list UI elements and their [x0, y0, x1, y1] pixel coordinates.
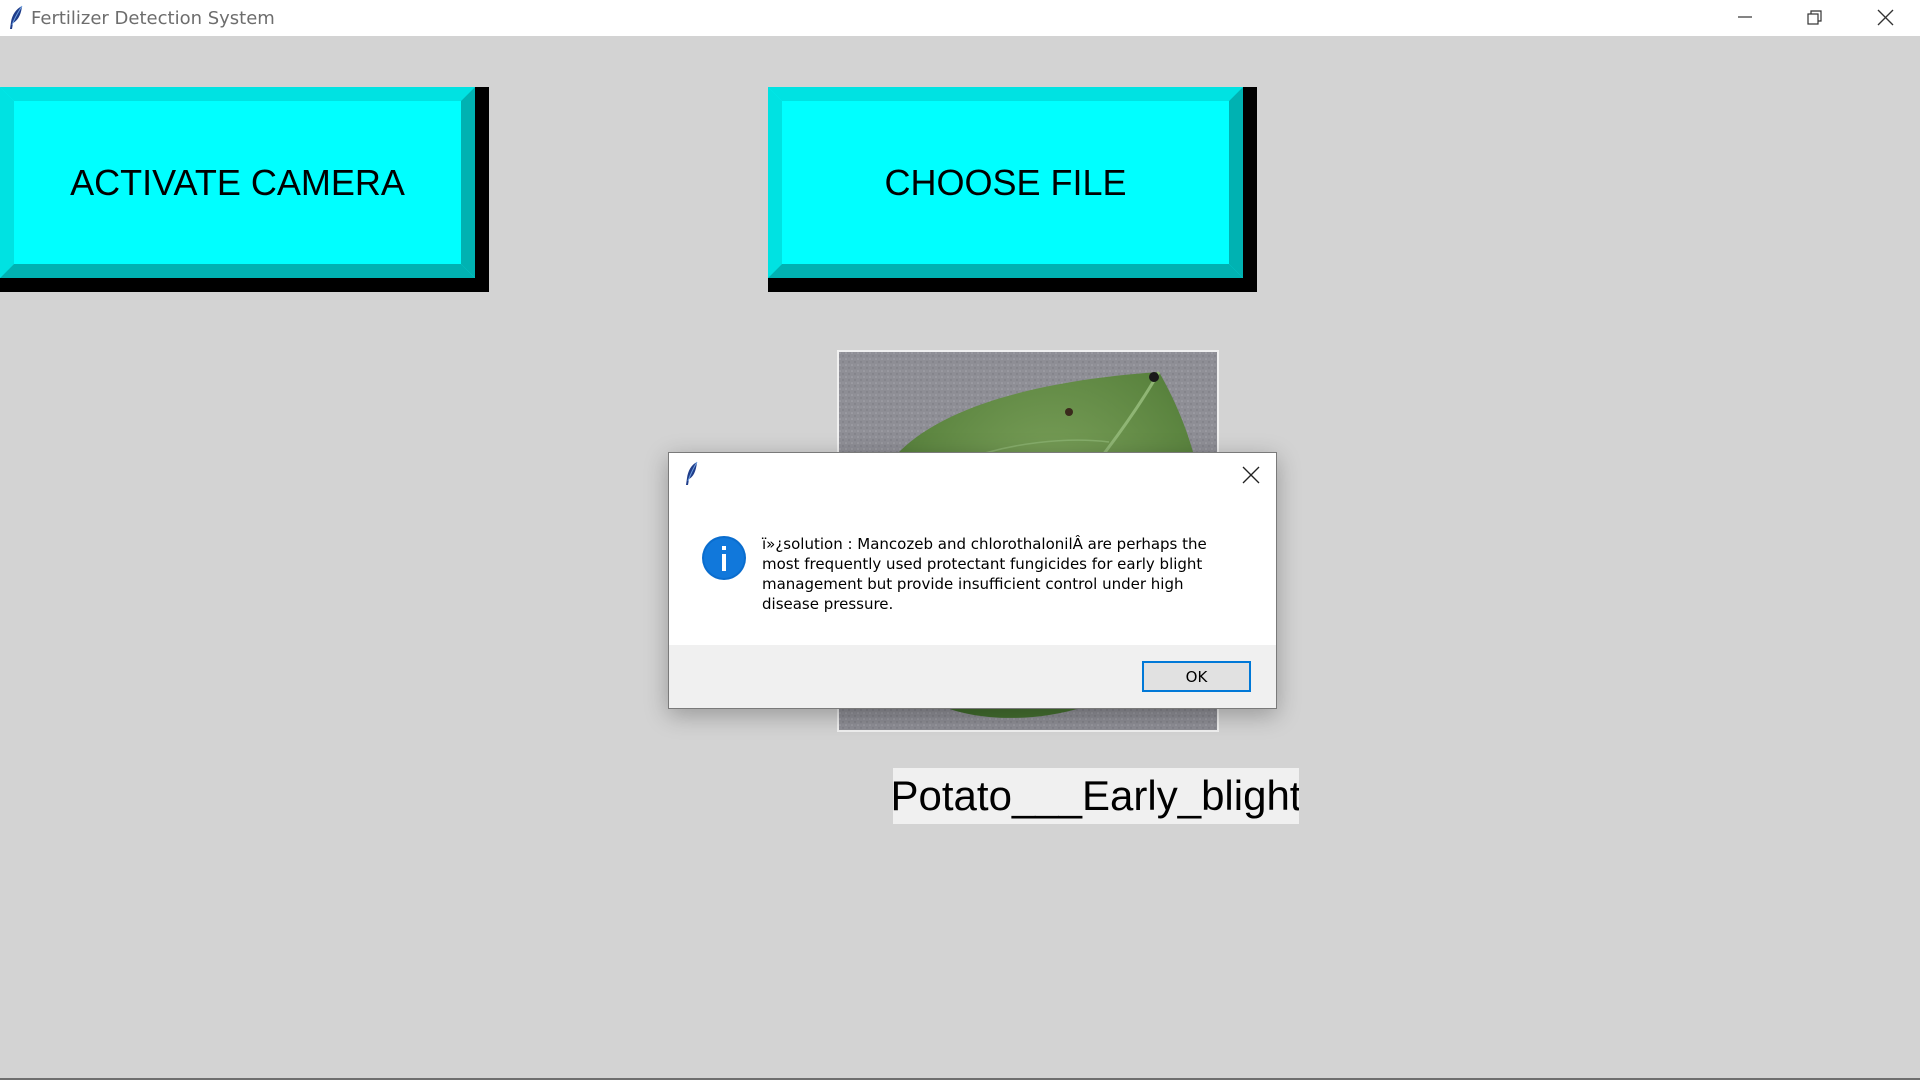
restore-icon: [1807, 10, 1822, 25]
close-icon: [1877, 9, 1894, 26]
info-dialog: ï»¿solution : Mancozeb and chlorothaloni…: [668, 452, 1277, 709]
choose-file-button[interactable]: CHOOSE FILE: [768, 87, 1257, 292]
close-icon: [1242, 466, 1260, 484]
dialog-footer: OK: [669, 645, 1276, 708]
prediction-label: Potato___Early_blight: [893, 768, 1299, 824]
ok-button[interactable]: OK: [1142, 661, 1251, 692]
minimize-button[interactable]: [1710, 0, 1780, 36]
dialog-message: ï»¿solution : Mancozeb and chlorothaloni…: [762, 535, 1207, 613]
title-bar[interactable]: Fertilizer Detection System: [0, 0, 1920, 36]
feather-icon: [686, 461, 698, 485]
feather-icon: [10, 5, 23, 29]
minimize-icon: [1738, 16, 1752, 18]
dialog-close-button[interactable]: [1229, 457, 1271, 491]
activate-camera-button[interactable]: ACTIVATE CAMERA: [0, 87, 489, 292]
information-icon: [702, 536, 746, 580]
window-title: Fertilizer Detection System: [31, 8, 275, 29]
choose-file-label: CHOOSE FILE: [884, 161, 1127, 203]
activate-camera-label: ACTIVATE CAMERA: [70, 161, 405, 203]
restore-button[interactable]: [1780, 0, 1850, 36]
close-button[interactable]: [1850, 0, 1920, 36]
